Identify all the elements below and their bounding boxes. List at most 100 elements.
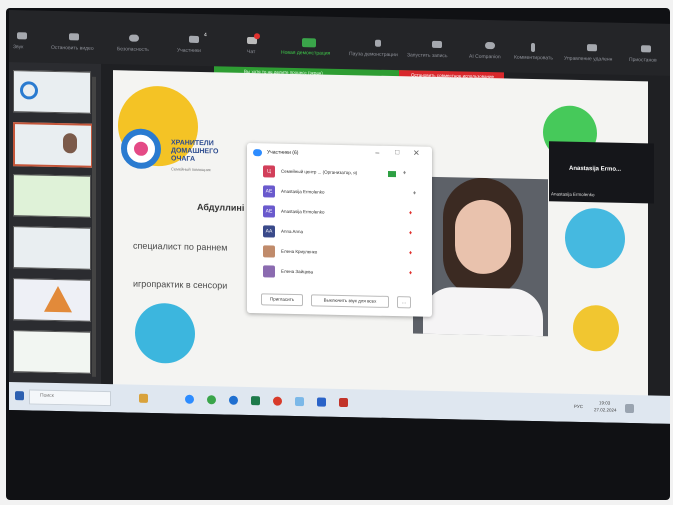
edge-icon[interactable] <box>229 395 238 405</box>
logo-subtitle: Семейный помощник <box>171 166 211 173</box>
device-photo: Звук Остановить видео Безопасность 4 Уча… <box>6 8 670 500</box>
participant-name: Елена Зайцева <box>281 268 313 275</box>
tray-date[interactable]: 27.02.2024 <box>594 407 617 412</box>
shield-icon[interactable] <box>129 34 139 42</box>
toolbar-item-record[interactable]: Запустить запись <box>407 52 448 59</box>
participant-row[interactable]: AE Anastasija Ermolenko ♦ <box>263 205 428 222</box>
invite-button[interactable]: Пригласить <box>261 293 303 307</box>
speaker-role: специалист по раннем <box>133 240 228 253</box>
toolbar-item-remote-control[interactable]: Управление удаленн <box>564 56 612 63</box>
chat-badge <box>254 33 260 40</box>
share-screen-icon[interactable] <box>302 38 316 48</box>
remote-control-icon[interactable] <box>587 44 597 52</box>
logo-line-3: ОЧАГА <box>171 155 196 163</box>
thumbnail-scrollbar[interactable] <box>92 76 96 377</box>
toolbar-item-ai-companion[interactable]: AI Companion <box>469 54 501 61</box>
participants-icon[interactable] <box>189 35 199 43</box>
participant-row[interactable]: Ц Семейный центр ... (Организатор, я) ♦ <box>263 165 428 182</box>
participants-title: Участники (6) <box>267 149 299 157</box>
tile-subtitle: Anastasija Ermolenko <box>551 191 595 198</box>
avatar-photo <box>263 265 275 278</box>
speaker-photo <box>413 176 548 337</box>
record-icon[interactable] <box>432 40 442 49</box>
tile-name: Anastasija Ermo... <box>569 165 622 173</box>
logo-core-icon <box>134 141 148 156</box>
participant-row[interactable]: AA Anna Anna ♦ <box>263 225 428 242</box>
slide-thumbnail-selected[interactable] <box>13 122 93 168</box>
face-shape <box>455 199 511 275</box>
annotate-icon[interactable] <box>531 42 535 53</box>
toolbar-item-annotate[interactable]: Комментировать <box>514 55 553 62</box>
blue-circle-decoration <box>135 302 195 364</box>
toolbar-item-pause[interactable]: Приостанов <box>629 57 657 64</box>
toolbar-item-new-share[interactable]: Новая демонстрация <box>281 50 330 57</box>
participant-name: Елена Криуленко <box>281 248 318 255</box>
participant-row[interactable]: Елена Криуленко ♦ <box>263 245 428 262</box>
zoom-icon <box>253 149 262 157</box>
microphone-icon[interactable]: ♦ <box>413 190 416 196</box>
microphone-muted-icon[interactable]: ♦ <box>409 270 412 276</box>
toolbar-item-participants[interactable]: Участники <box>177 48 201 55</box>
participant-video-tile[interactable]: Anastasija Ermo... Anastasija Ermolenko <box>549 141 654 204</box>
microphone-muted-icon[interactable]: ♦ <box>409 230 412 236</box>
avatar: Ц <box>263 165 275 178</box>
slide-thumbnail[interactable] <box>13 174 91 218</box>
microphone-muted-icon[interactable]: ♦ <box>409 250 412 256</box>
close-icon[interactable]: ✕ <box>413 148 420 157</box>
slide-thumbnail-panel <box>9 62 101 384</box>
chrome-icon[interactable] <box>207 395 216 405</box>
toolbar-item-video[interactable]: Остановить видео <box>51 45 94 52</box>
logo-icon <box>121 128 161 170</box>
slide-thumbnail[interactable] <box>13 70 91 114</box>
logo-line-2: ДОМАШНЕГО <box>171 147 219 156</box>
pyramid-icon <box>44 285 72 313</box>
zoom-meeting-screen: Звук Остановить видео Безопасность 4 Уча… <box>9 10 670 424</box>
participant-name: Anastasija Ermolenko <box>281 208 325 215</box>
app-icon[interactable] <box>317 397 326 407</box>
app-icon[interactable] <box>295 396 304 407</box>
camera-icon[interactable] <box>69 33 79 41</box>
windows-start-icon[interactable] <box>15 391 24 401</box>
participant-row[interactable]: Елена Зайцева ♦ <box>263 265 428 282</box>
pause-icon[interactable] <box>375 39 381 47</box>
search-box[interactable]: Поиск <box>29 389 111 407</box>
participants-panel: Участники (6) − □ ✕ Ц Семейный центр ...… <box>247 142 432 317</box>
microphone-icon[interactable] <box>17 32 27 40</box>
participant-name: Семейный центр ... (Организатор, я) <box>281 168 358 176</box>
participants-count: 4 <box>204 32 207 39</box>
zoom-taskbar-icon[interactable] <box>185 394 194 404</box>
more-options-button[interactable]: ... <box>397 296 411 309</box>
participant-row[interactable]: AE Anastasija Ermolenko ♦ <box>263 185 428 202</box>
mute-all-button[interactable]: Выключить звук для всех <box>311 294 389 308</box>
minimize-icon[interactable]: − <box>375 149 380 158</box>
notification-icon[interactable] <box>625 403 634 414</box>
avatar-photo <box>263 245 275 258</box>
slide-thumbnail[interactable] <box>13 330 91 374</box>
yandex-icon[interactable] <box>273 396 282 406</box>
toolbar-item-pause-share[interactable]: Пауза демонстрации <box>349 51 398 58</box>
participant-name: Anna Anna <box>281 228 304 235</box>
maximize-icon[interactable]: □ <box>395 149 399 156</box>
share-status-icon <box>388 170 396 178</box>
excel-icon[interactable] <box>251 396 260 406</box>
tray-time[interactable]: 19:03 <box>599 400 610 405</box>
toolbar-item-security[interactable]: Безопасность <box>117 46 149 53</box>
microphone-muted-icon[interactable]: ♦ <box>409 210 412 216</box>
participant-name: Anastasija Ermolenko <box>281 188 325 195</box>
tray-language[interactable]: РУС <box>574 404 583 409</box>
slide-thumbnail[interactable] <box>13 278 91 322</box>
toolbar-item-audio[interactable]: Звук <box>13 44 23 50</box>
avatar: AE <box>263 185 275 198</box>
toolbar-item-chat[interactable]: Чат <box>247 49 255 55</box>
blouse-shape <box>423 286 543 337</box>
ai-companion-icon[interactable] <box>485 41 495 50</box>
more-icon[interactable] <box>641 45 651 53</box>
avatar: AA <box>263 225 275 238</box>
microphone-icon[interactable]: ♦ <box>403 170 406 176</box>
logo-line-1: ХРАНИТЕЛИ <box>171 139 214 148</box>
powerpoint-icon[interactable] <box>339 397 348 408</box>
yellow-circle-decoration <box>573 304 619 352</box>
slide-thumbnail[interactable] <box>13 226 91 270</box>
portrait-icon <box>63 133 77 154</box>
tulips-widget-icon[interactable] <box>139 393 148 403</box>
